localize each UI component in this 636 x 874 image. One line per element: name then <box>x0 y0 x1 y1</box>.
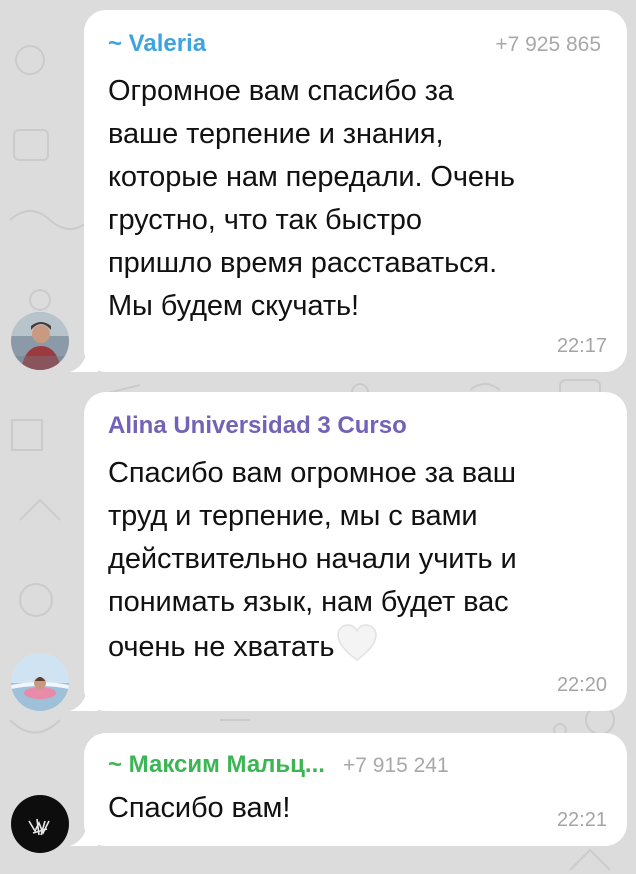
message-text: Спасибо вам! <box>108 792 291 824</box>
sender-name[interactable]: ~ Максим Мальц... <box>108 751 325 779</box>
sender-name[interactable]: ~ Valeria <box>108 30 206 58</box>
message-header: Alina Universidad 3 Curso <box>108 412 601 444</box>
avatar[interactable] <box>11 795 69 853</box>
message-header: ~ Максим Мальц... +7 915 241 <box>108 751 601 783</box>
sender-phone: +7 925 865 <box>495 33 601 56</box>
user-photo-icon <box>11 653 69 711</box>
avatar[interactable] <box>11 653 69 711</box>
message-time: 22:17 <box>556 335 607 357</box>
message-text: Спасибо вам огромное за ваш труд и терпе… <box>108 452 601 669</box>
message-text-content: Спасибо вам огромное за ваш труд и терпе… <box>108 457 517 663</box>
message-time: 22:20 <box>556 674 607 696</box>
message-time: 22:21 <box>556 809 607 831</box>
message-bubble: ~ Valeria +7 925 865 Огромное вам спасиб… <box>84 10 627 372</box>
sender-phone: +7 915 241 <box>342 754 449 777</box>
message-bubble: ~ Максим Мальц... +7 915 241 Спасибо вам… <box>84 733 627 846</box>
user-photo-icon <box>11 795 69 853</box>
sender-name[interactable]: Alina Universidad 3 Curso <box>108 412 407 440</box>
white-heart-icon <box>337 624 378 661</box>
message-header: ~ Valeria +7 925 865 <box>108 30 601 62</box>
avatar[interactable] <box>11 312 69 370</box>
message-text: Огромное вам спасибо за ваше терпение и … <box>108 75 515 322</box>
user-photo-icon <box>11 312 69 370</box>
message-bubble: Alina Universidad 3 Curso Спасибо вам ог… <box>84 392 627 711</box>
